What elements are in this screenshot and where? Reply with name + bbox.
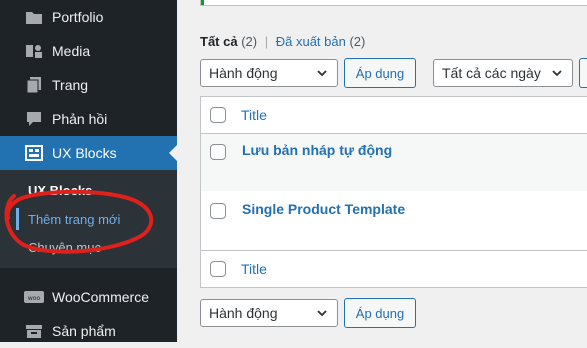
woocommerce-icon: woo — [24, 287, 44, 307]
comments-icon — [24, 109, 44, 129]
admin-sidebar: Portfolio Media Trang Phản hồi UX Blocks… — [0, 0, 177, 342]
row-checkbox[interactable] — [210, 144, 226, 160]
sidebar-item-pages[interactable]: Trang — [0, 68, 177, 102]
select-all-checkbox-footer[interactable] — [210, 261, 226, 277]
chevron-down-icon — [317, 70, 327, 77]
view-filters: Tất cả (2) | Đã xuất bản (2) — [200, 34, 365, 49]
filter-button[interactable] — [579, 58, 587, 88]
notice-accent-bar — [201, 0, 204, 5]
select-all-checkbox[interactable] — [210, 107, 226, 123]
row-title-link[interactable]: Lưu bản nháp tự động — [242, 142, 392, 158]
select-value: Hành động — [209, 65, 278, 81]
view-all-count: (2) — [241, 34, 258, 49]
submenu-header[interactable]: UX Blocks — [28, 183, 92, 198]
select-value: Tất cả các ngày — [442, 65, 541, 81]
sidebar-item-label: Portfolio — [52, 9, 104, 25]
notice-box — [200, 0, 587, 6]
sidebar-item-ux-blocks[interactable]: UX Blocks — [0, 136, 177, 170]
date-filter-select[interactable]: Tất cả các ngày — [433, 59, 573, 87]
bulk-action-select-top[interactable]: Hành động — [200, 59, 338, 87]
chevron-down-icon — [552, 70, 562, 77]
table-footer-row: Title — [201, 251, 587, 287]
sidebar-item-label: WooCommerce — [52, 289, 149, 305]
select-value: Hành động — [209, 305, 278, 321]
sidebar-item-label: UX Blocks — [52, 145, 117, 161]
table-row: Single Product Template — [201, 191, 587, 251]
submenu-categories[interactable]: Chuyên mục — [28, 240, 101, 255]
view-published-count: (2) — [349, 34, 366, 49]
sidebar-item-label: Sản phẩm — [52, 323, 116, 339]
sidebar-item-label: Media — [52, 43, 91, 59]
posts-table: Title Lưu bản nháp tự động Single Produc… — [200, 96, 587, 288]
portfolio-icon — [24, 7, 44, 27]
submenu-add-new[interactable]: Thêm trang mới — [28, 212, 120, 227]
current-item-marker — [16, 208, 19, 230]
row-title-link[interactable]: Single Product Template — [242, 201, 405, 217]
ux-blocks-icon — [24, 143, 44, 163]
title-column-footer[interactable]: Title — [241, 261, 267, 277]
apply-button-bottom[interactable]: Áp dụng — [344, 298, 416, 328]
media-icon — [24, 41, 44, 61]
view-published-link[interactable]: Đã xuất bản — [276, 34, 346, 49]
table-header-row: Title — [201, 97, 587, 134]
bulk-action-select-bottom[interactable]: Hành động — [200, 299, 338, 327]
sidebar-item-portfolio[interactable]: Portfolio — [0, 0, 177, 34]
svg-text:woo: woo — [28, 295, 41, 302]
sidebar-item-comments[interactable]: Phản hồi — [0, 102, 177, 136]
ux-blocks-submenu: UX Blocks Thêm trang mới Chuyên mục — [0, 170, 177, 268]
apply-button-top[interactable]: Áp dụng — [344, 58, 416, 88]
products-icon — [24, 321, 44, 341]
view-separator: | — [264, 34, 269, 49]
view-all-link[interactable]: Tất cả — [200, 34, 238, 49]
sidebar-item-woocommerce[interactable]: woo WooCommerce — [0, 280, 177, 314]
pages-icon — [24, 75, 44, 95]
row-checkbox[interactable] — [210, 203, 226, 219]
sidebar-item-label: Phản hồi — [52, 111, 108, 127]
sidebar-item-media[interactable]: Media — [0, 34, 177, 68]
sidebar-item-products[interactable]: Sản phẩm — [0, 314, 177, 348]
table-row: Lưu bản nháp tự động — [201, 134, 587, 191]
chevron-down-icon — [317, 310, 327, 317]
title-column-header[interactable]: Title — [241, 107, 267, 123]
sidebar-item-label: Trang — [52, 77, 89, 93]
